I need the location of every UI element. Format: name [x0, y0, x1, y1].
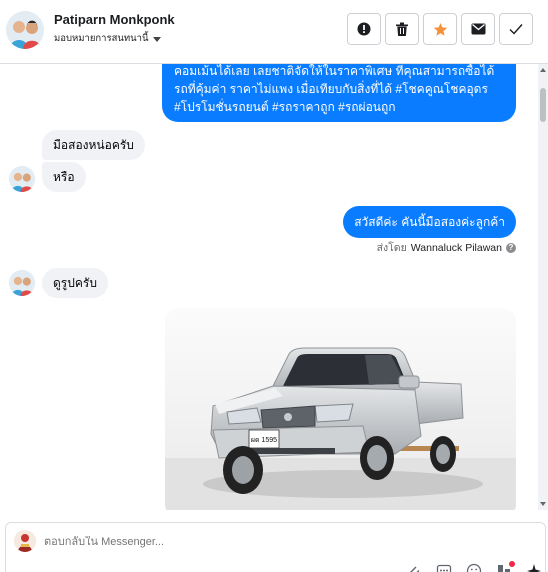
- sent-by-label: ส่งโดย Wannaluck Pilawan ?: [377, 239, 516, 256]
- license-plate-text: ผด 1595: [251, 437, 277, 444]
- mark-done-button[interactable]: [499, 13, 533, 45]
- delete-button[interactable]: [385, 13, 419, 45]
- incoming-message-bubble[interactable]: ดูรูปครับ: [42, 268, 108, 298]
- mark-spam-button[interactable]: [347, 13, 381, 45]
- assign-label: มอบหมายการสนทนานี้: [54, 33, 149, 44]
- emoji-icon[interactable]: [466, 563, 482, 572]
- reply-input[interactable]: [44, 536, 344, 548]
- assign-conversation-dropdown[interactable]: มอบหมายการสนทนานี้: [54, 31, 161, 46]
- contact-avatar[interactable]: [6, 11, 44, 49]
- mark-unread-button[interactable]: [461, 13, 495, 45]
- photo-attachment[interactable]: ผด 1595: [165, 308, 516, 510]
- sender-avatar[interactable]: [9, 166, 35, 192]
- scroll-down-arrow-icon[interactable]: [540, 502, 546, 506]
- question-icon[interactable]: ?: [506, 242, 516, 253]
- chevron-down-icon: [152, 36, 161, 42]
- composer-toolbar: [406, 561, 542, 572]
- conversation-header: Patiparn Monkponk มอบหมายการสนทนานี้: [0, 0, 548, 64]
- envelope-icon: [471, 23, 485, 35]
- trash-icon: [396, 22, 408, 36]
- contact-name[interactable]: Patiparn Monkponk: [54, 12, 175, 27]
- outgoing-message-bubble[interactable]: คอมเม้นได้เลย เลยชาติจัดให้ในราคาพิเศษ ท…: [162, 64, 516, 122]
- outgoing-message-bubble[interactable]: สวัสดีค่ะ คันนี้มือสองค่ะลูกค้า: [343, 206, 516, 238]
- notification-dot: [509, 561, 515, 567]
- incoming-message-bubble[interactable]: มือสองหน่อครับ: [42, 130, 145, 160]
- message-thread[interactable]: คอมเม้นได้เลย เลยชาติจัดให้ในราคาพิเศษ ท…: [0, 64, 548, 510]
- message-line: #โปรโมชั่นรถยนต์ #รถราคาถูก #รถผ่อนถูก: [174, 100, 396, 114]
- sender-avatar[interactable]: [9, 270, 35, 296]
- star-icon: [433, 22, 447, 36]
- header-actions: [347, 13, 533, 45]
- saved-replies-icon[interactable]: [436, 563, 452, 572]
- sent-by-name: Wannaluck Pilawan: [410, 241, 502, 254]
- scrollbar-thumb[interactable]: [540, 88, 546, 122]
- incoming-message-bubble[interactable]: หรือ: [42, 162, 86, 192]
- exclamation-icon: [357, 22, 371, 36]
- composer-area: [0, 510, 548, 572]
- scroll-up-arrow-icon[interactable]: [540, 68, 546, 72]
- check-icon: [509, 24, 523, 35]
- message-line: คอมเม้นได้เลย เลยชาติจัดให้ในราคาพิเศษ ท…: [174, 64, 495, 78]
- star-button[interactable]: [423, 13, 457, 45]
- attachment-icon[interactable]: [406, 563, 422, 572]
- reply-composer[interactable]: [5, 522, 546, 572]
- chat-scrollbar[interactable]: [538, 64, 548, 510]
- insights-icon[interactable]: [526, 563, 542, 572]
- apps-icon[interactable]: [496, 561, 515, 572]
- sent-by-prefix: ส่งโดย: [376, 242, 407, 254]
- message-line: รถที่คุ้มค่า ราคาไม่แพง เมื่อเทียบกับสิ่…: [174, 82, 488, 96]
- page-avatar: [14, 530, 36, 552]
